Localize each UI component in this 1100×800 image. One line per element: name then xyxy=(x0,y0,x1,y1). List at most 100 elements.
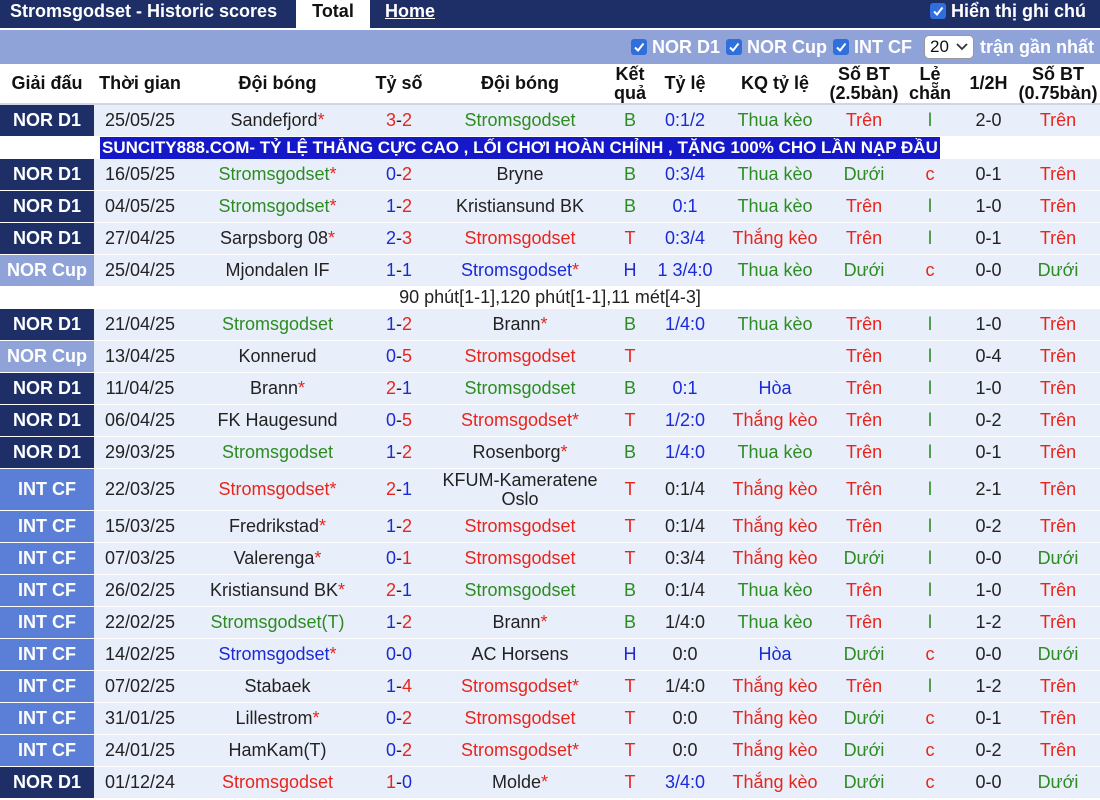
score-cell[interactable]: 1-2 xyxy=(369,606,429,639)
league-cell[interactable]: INT CF xyxy=(0,606,94,639)
checkbox-checked-icon[interactable] xyxy=(725,39,742,55)
away-team-cell[interactable]: Stromsgodset xyxy=(429,510,611,543)
away-team-name[interactable]: Stromsgodset xyxy=(464,110,575,130)
home-team-cell[interactable]: Sandefjord* xyxy=(186,104,369,137)
away-team-name[interactable]: Stromsgodset xyxy=(461,410,572,430)
away-team-cell[interactable]: Bryne xyxy=(429,158,611,191)
away-team-name[interactable]: Molde xyxy=(492,772,541,792)
score-cell[interactable]: 1-2 xyxy=(369,436,429,469)
away-team-cell[interactable]: Rosenborg* xyxy=(429,436,611,469)
away-team-cell[interactable]: Molde* xyxy=(429,766,611,799)
away-team-name[interactable]: Rosenborg xyxy=(472,442,560,462)
home-team-cell[interactable]: Stromsgodset* xyxy=(186,468,369,511)
home-team-cell[interactable]: FK Haugesund xyxy=(186,404,369,437)
away-team-cell[interactable]: Stromsgodset xyxy=(429,222,611,255)
score-cell[interactable]: 2-1 xyxy=(369,372,429,405)
home-team-name[interactable]: Fredrikstad xyxy=(229,516,319,536)
home-team-name[interactable]: HamKam(T) xyxy=(229,740,327,760)
away-team-name[interactable]: KFUM-Kameratene Oslo xyxy=(442,470,597,509)
away-team-cell[interactable]: Brann* xyxy=(429,606,611,639)
away-team-cell[interactable]: KFUM-Kameratene Oslo xyxy=(429,468,611,511)
home-team-cell[interactable]: Konnerud xyxy=(186,340,369,373)
score-cell[interactable]: 1-1 xyxy=(369,254,429,287)
score-cell[interactable]: 0-1 xyxy=(369,542,429,575)
ad-banner[interactable]: SUNCITY888.COM- TỶ LỆ THẮNG CỰC CAO , LỐ… xyxy=(100,136,940,159)
away-team-name[interactable]: Brann xyxy=(492,314,540,334)
league-cell[interactable]: NOR D1 xyxy=(0,190,94,223)
away-team-name[interactable]: AC Horsens xyxy=(471,644,568,664)
away-team-name[interactable]: Stromsgodset xyxy=(464,228,575,248)
checkbox-checked-icon[interactable] xyxy=(630,39,647,55)
league-cell[interactable]: INT CF xyxy=(0,510,94,543)
away-team-name[interactable]: Stromsgodset xyxy=(464,378,575,398)
away-team-name[interactable]: Stromsgodset xyxy=(461,676,572,696)
home-team-name[interactable]: Sarpsborg 08 xyxy=(220,228,328,248)
away-team-name[interactable]: Kristiansund BK xyxy=(456,196,584,216)
home-team-cell[interactable]: Kristiansund BK* xyxy=(186,574,369,607)
home-team-name[interactable]: Lillestrom xyxy=(235,708,312,728)
league-cell[interactable]: INT CF xyxy=(0,574,94,607)
home-team-name[interactable]: Stabaek xyxy=(244,676,310,696)
score-cell[interactable]: 3-2 xyxy=(369,104,429,137)
home-team-name[interactable]: Sandefjord xyxy=(230,110,317,130)
score-cell[interactable]: 1-2 xyxy=(369,510,429,543)
home-team-name[interactable]: Kristiansund BK xyxy=(210,580,338,600)
tab-home[interactable]: Home xyxy=(370,0,450,28)
league-cell[interactable]: NOR Cup xyxy=(0,254,94,287)
league-cell[interactable]: INT CF xyxy=(0,542,94,575)
league-cell[interactable]: NOR Cup xyxy=(0,340,94,373)
score-cell[interactable]: 0-5 xyxy=(369,404,429,437)
home-team-name[interactable]: FK Haugesund xyxy=(217,410,337,430)
filter-int-cf[interactable]: INT CF xyxy=(832,37,912,58)
home-team-name[interactable]: Stromsgodset(T) xyxy=(210,612,344,632)
home-team-cell[interactable]: Stromsgodset* xyxy=(186,638,369,671)
away-team-cell[interactable]: Stromsgodset xyxy=(429,372,611,405)
league-cell[interactable]: NOR D1 xyxy=(0,404,94,437)
home-team-cell[interactable]: Fredrikstad* xyxy=(186,510,369,543)
home-team-name[interactable]: Konnerud xyxy=(238,346,316,366)
home-team-cell[interactable]: Stromsgodset xyxy=(186,436,369,469)
away-team-name[interactable]: Stromsgodset xyxy=(464,346,575,366)
away-team-cell[interactable]: Stromsgodset* xyxy=(429,254,611,287)
away-team-cell[interactable]: Stromsgodset xyxy=(429,702,611,735)
score-cell[interactable]: 1-0 xyxy=(369,766,429,799)
away-team-name[interactable]: Stromsgodset xyxy=(464,708,575,728)
home-team-cell[interactable]: Stabaek xyxy=(186,670,369,703)
league-cell[interactable]: NOR D1 xyxy=(0,308,94,341)
league-cell[interactable]: NOR D1 xyxy=(0,222,94,255)
away-team-cell[interactable]: Stromsgodset xyxy=(429,104,611,137)
score-cell[interactable]: 0-2 xyxy=(369,734,429,767)
away-team-name[interactable]: Stromsgodset xyxy=(464,580,575,600)
show-notes-toggle[interactable]: Hiển thị ghi chú xyxy=(930,0,1086,22)
home-team-cell[interactable]: Mjondalen IF xyxy=(186,254,369,287)
score-cell[interactable]: 1-2 xyxy=(369,308,429,341)
away-team-name[interactable]: Brann xyxy=(492,612,540,632)
home-team-name[interactable]: Stromsgodset xyxy=(222,442,333,462)
home-team-name[interactable]: Stromsgodset xyxy=(218,196,329,216)
score-cell[interactable]: 2-3 xyxy=(369,222,429,255)
score-cell[interactable]: 1-4 xyxy=(369,670,429,703)
home-team-cell[interactable]: Brann* xyxy=(186,372,369,405)
league-cell[interactable]: INT CF xyxy=(0,734,94,767)
score-cell[interactable]: 0-5 xyxy=(369,340,429,373)
score-cell[interactable]: 2-1 xyxy=(369,574,429,607)
league-cell[interactable]: INT CF xyxy=(0,468,94,511)
home-team-cell[interactable]: Lillestrom* xyxy=(186,702,369,735)
league-cell[interactable]: NOR D1 xyxy=(0,104,94,137)
home-team-cell[interactable]: Valerenga* xyxy=(186,542,369,575)
home-team-name[interactable]: Mjondalen IF xyxy=(225,260,329,280)
away-team-name[interactable]: Stromsgodset xyxy=(461,740,572,760)
score-cell[interactable]: 1-2 xyxy=(369,190,429,223)
checkbox-checked-icon[interactable] xyxy=(930,3,946,19)
home-team-name[interactable]: Stromsgodset xyxy=(222,772,333,792)
away-team-cell[interactable]: Kristiansund BK xyxy=(429,190,611,223)
away-team-name[interactable]: Stromsgodset xyxy=(464,516,575,536)
home-team-name[interactable]: Stromsgodset xyxy=(218,479,329,499)
away-team-name[interactable]: Stromsgodset xyxy=(461,260,572,280)
away-team-cell[interactable]: Stromsgodset* xyxy=(429,404,611,437)
league-cell[interactable]: INT CF xyxy=(0,670,94,703)
away-team-cell[interactable]: Stromsgodset xyxy=(429,542,611,575)
home-team-cell[interactable]: Stromsgodset* xyxy=(186,158,369,191)
match-count-select[interactable]: 20 xyxy=(923,35,974,59)
league-cell[interactable]: NOR D1 xyxy=(0,158,94,191)
